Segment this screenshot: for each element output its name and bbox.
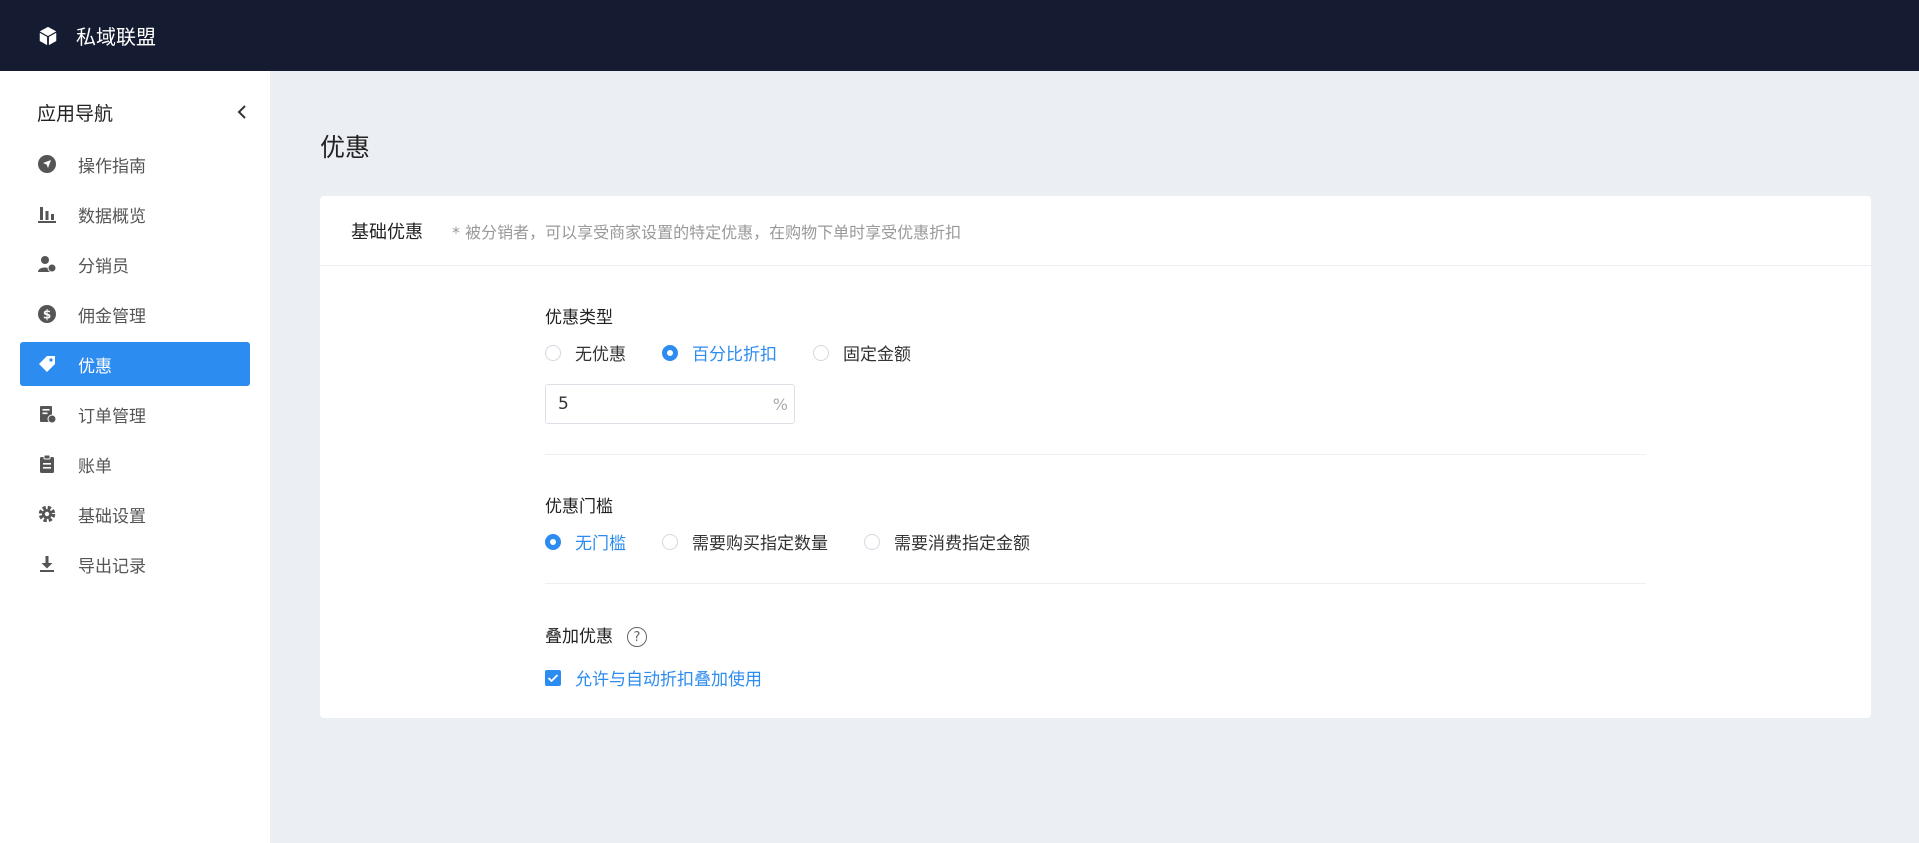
discount-value-field[interactable]: % xyxy=(545,384,795,424)
radio-fixed-amount[interactable]: 固定金额 xyxy=(813,340,911,365)
page-title: 优惠 xyxy=(320,133,371,162)
radio-label: 需要购买指定数量 xyxy=(692,534,828,554)
sidebar-item-label: 账单 xyxy=(78,456,112,477)
radio-circle[interactable] xyxy=(864,533,880,550)
sidebar-item-orders[interactable]: 订单管理 xyxy=(20,392,250,436)
sidebar-item-label: 佣金管理 xyxy=(78,306,146,327)
order-icon xyxy=(36,403,58,425)
sidebar-item-label: 操作指南 xyxy=(78,156,146,177)
sidebar-item-guide[interactable]: 操作指南 xyxy=(20,142,250,186)
sidebar-item-export-records[interactable]: 导出记录 xyxy=(20,542,250,586)
svg-text:$: $ xyxy=(43,308,51,322)
radio-label: 无优惠 xyxy=(575,345,626,365)
sidebar-item-distributor[interactable]: 分销员 xyxy=(20,242,250,286)
radio-min-amount[interactable]: 需要消费指定金额 xyxy=(864,529,1030,554)
sidebar-item-bills[interactable]: 账单 xyxy=(20,442,250,486)
card-header: 基础优惠 * 被分销者，可以享受商家设置的特定优惠，在购物下单时享受优惠折扣 xyxy=(320,196,1871,266)
stacking-label: 叠加优惠 xyxy=(545,627,613,647)
sidebar-item-settings[interactable]: 基础设置 xyxy=(20,492,250,536)
sidebar-title: 应用导航 xyxy=(37,102,114,125)
radio-percentage-discount[interactable]: 百分比折扣 xyxy=(662,340,777,365)
divider xyxy=(545,454,1646,455)
checkbox-label: 允许与自动折扣叠加使用 xyxy=(575,670,762,690)
radio-label: 固定金额 xyxy=(843,345,911,365)
sidebar-item-label: 导出记录 xyxy=(78,556,146,577)
cube-logo-icon xyxy=(36,24,60,48)
discount-type-radio-group: 无优惠 百分比折扣 固定金额 xyxy=(545,340,947,365)
radio-circle[interactable] xyxy=(662,344,678,361)
discount-type-label: 优惠类型 xyxy=(545,308,613,328)
threshold-radio-group: 无门槛 需要购买指定数量 需要消费指定金额 xyxy=(545,529,1066,554)
radio-label: 百分比折扣 xyxy=(692,345,777,365)
sidebar-item-commission[interactable]: $ 佣金管理 xyxy=(20,292,250,336)
radio-no-discount[interactable]: 无优惠 xyxy=(545,340,626,365)
checkbox-checked-icon[interactable] xyxy=(545,669,561,686)
download-icon xyxy=(36,553,58,575)
sidebar-item-label: 订单管理 xyxy=(78,406,146,427)
stacking-section: 叠加优惠? xyxy=(545,622,647,647)
radio-min-quantity[interactable]: 需要购买指定数量 xyxy=(662,529,828,554)
threshold-label: 优惠门槛 xyxy=(545,497,613,517)
top-bar: 私域联盟 xyxy=(0,0,1919,71)
bar-chart-icon xyxy=(36,203,58,225)
sidebar: 应用导航 操作指南 数据概览 分销员 $ 佣金管理 优惠 订单管理 账单 基础设… xyxy=(0,71,270,843)
sidebar-header: 应用导航 xyxy=(37,97,252,127)
radio-circle[interactable] xyxy=(545,533,561,550)
radio-circle[interactable] xyxy=(813,344,829,361)
basic-discount-card: 基础优惠 * 被分销者，可以享受商家设置的特定优惠，在购物下单时享受优惠折扣 优… xyxy=(320,196,1871,718)
collapse-chevron-icon[interactable] xyxy=(232,102,252,122)
discount-value-input[interactable] xyxy=(556,393,760,415)
radio-label: 无门槛 xyxy=(575,534,626,554)
sidebar-item-label: 分销员 xyxy=(78,256,129,277)
sidebar-item-label: 数据概览 xyxy=(78,206,146,227)
allow-stacking-checkbox[interactable]: 允许与自动折扣叠加使用 xyxy=(545,665,762,690)
sidebar-item-discount[interactable]: 优惠 xyxy=(20,342,250,386)
sidebar-item-label: 优惠 xyxy=(78,356,112,377)
dollar-icon: $ xyxy=(36,303,58,325)
distributor-icon xyxy=(36,253,58,275)
radio-label: 需要消费指定金额 xyxy=(894,534,1030,554)
radio-no-threshold[interactable]: 无门槛 xyxy=(545,529,626,554)
help-question-icon[interactable]: ? xyxy=(627,627,647,647)
radio-circle[interactable] xyxy=(662,533,678,550)
divider xyxy=(545,583,1646,584)
tag-icon xyxy=(36,353,58,375)
sidebar-item-label: 基础设置 xyxy=(78,506,146,527)
percent-unit: % xyxy=(772,394,788,414)
app-brand: 私域联盟 xyxy=(76,25,156,49)
sidebar-item-data-overview[interactable]: 数据概览 xyxy=(20,192,250,236)
card-description: * 被分销者，可以享受商家设置的特定优惠，在购物下单时享受优惠折扣 xyxy=(452,222,962,242)
gear-icon xyxy=(36,503,58,525)
radio-circle[interactable] xyxy=(545,344,561,361)
navigation-icon xyxy=(36,153,58,175)
clipboard-icon xyxy=(36,453,58,475)
card-title: 基础优惠 xyxy=(351,221,423,243)
